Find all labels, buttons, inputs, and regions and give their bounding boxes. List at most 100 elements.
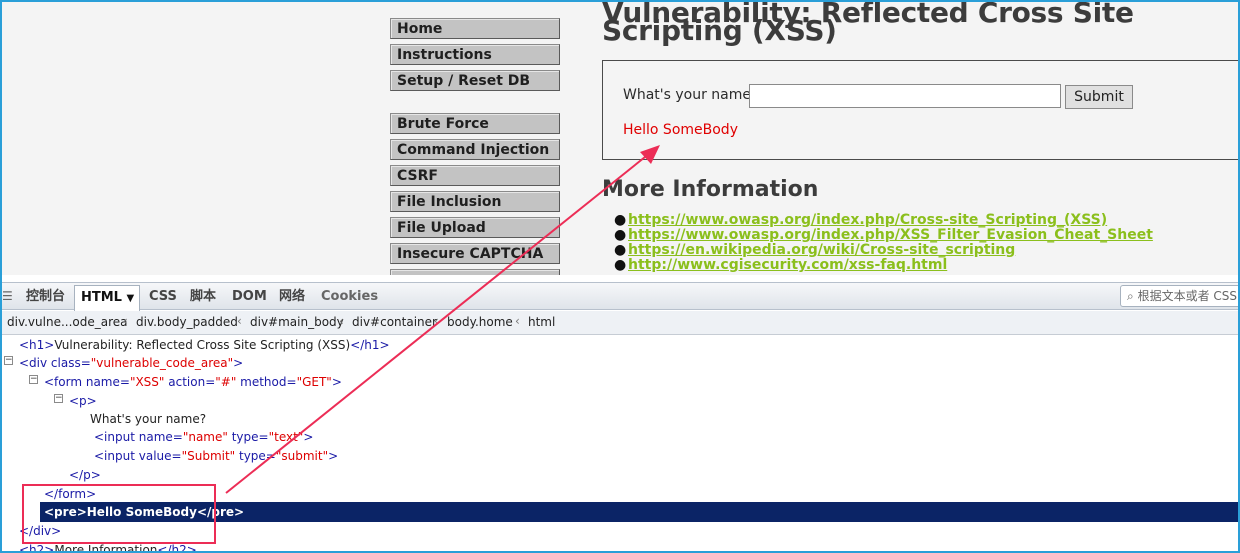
attr: method= — [236, 375, 297, 389]
list-item: ● https://www.owasp.org/index.php/Cross-s… — [614, 212, 1153, 228]
reference-links: ● https://www.owasp.org/index.php/Cross-s… — [614, 212, 1153, 273]
tree-node-input-submit[interactable]: <input value="Submit" type="submit"> — [94, 447, 338, 465]
chevron-left-icon: ‹ — [434, 314, 439, 328]
menu-item-file-upload[interactable]: File Upload — [390, 217, 560, 238]
attr-value: "submit" — [275, 449, 329, 463]
breadcrumb-item[interactable]: html — [528, 315, 555, 329]
breadcrumb-item[interactable]: div.body_padded — [136, 315, 238, 329]
tag: <form name= — [44, 375, 130, 389]
tree-node-form[interactable]: <form name="XSS" action="#" method="GET"… — [44, 373, 342, 391]
link-owasp-filter-evasion[interactable]: https://www.owasp.org/index.php/XSS_Filt… — [628, 227, 1153, 243]
attr-value: "#" — [215, 375, 237, 389]
attr-value: "GET" — [296, 375, 332, 389]
tab-network[interactable]: 网络 — [279, 283, 305, 311]
breadcrumb-item[interactable]: div#main_body — [250, 315, 344, 329]
breadcrumb: div.vulne...ode_area ‹ div.body_padded ‹… — [2, 311, 1238, 335]
list-item: ● http://www.cgisecurity.com/xss-faq.html — [614, 257, 1153, 273]
tag: <div class= — [19, 356, 91, 370]
vulnerable-code-area: What's your name? Submit Hello SomeBody — [602, 60, 1238, 160]
list-item: ● https://www.owasp.org/index.php/XSS_Fil… — [614, 227, 1153, 243]
menu-item-home[interactable]: Home — [390, 18, 560, 39]
menu-item-csrf[interactable]: CSRF — [390, 165, 560, 186]
attr-value: "name" — [182, 430, 228, 444]
attr-value: "XSS" — [129, 375, 165, 389]
link-wikipedia-xss[interactable]: https://en.wikipedia.org/wiki/Cross-site… — [628, 242, 1015, 258]
tree-node-h1[interactable]: <h1>Vulnerability: Reflected Cross Site … — [19, 336, 390, 354]
tag: <p> — [69, 394, 97, 408]
chevron-left-icon: ‹ — [123, 314, 128, 328]
menu-item-setup-reset-db[interactable]: Setup / Reset DB — [390, 70, 560, 91]
attr-value: "text" — [268, 430, 304, 444]
menu-item-command-injection[interactable]: Command Injection — [390, 139, 560, 160]
submit-button[interactable]: Submit — [1065, 85, 1133, 109]
attr-value: "Submit" — [181, 449, 236, 463]
tree-node-div[interactable]: <div class="vulnerable_code_area"> — [19, 354, 243, 372]
attr: type= — [235, 449, 276, 463]
name-input[interactable] — [749, 84, 1061, 108]
tree-node-pre-selected[interactable]: <pre>Hello SomeBody</pre> — [40, 502, 1238, 522]
tag: <h1> — [19, 338, 55, 352]
tab-console[interactable]: 控制台 — [26, 283, 65, 311]
tag: <input value= — [94, 449, 182, 463]
sidebar-menu: Home Instructions Setup / Reset DB Brute… — [374, 2, 574, 275]
menu-icon[interactable]: ☰ — [2, 289, 13, 303]
chevron-left-icon: ‹ — [515, 314, 520, 328]
chevron-left-icon: ‹ — [339, 314, 344, 328]
devtools-search-input[interactable]: ⌕ 根据文本或者 CSS — [1120, 285, 1238, 307]
page-title: Vulnerability: Reflected Cross Site Scri… — [602, 2, 1134, 47]
node-text: Vulnerability: Reflected Cross Site Scri… — [54, 338, 351, 352]
attr: action= — [164, 375, 216, 389]
tag: </h1> — [350, 338, 390, 352]
more-information-heading: More Information — [602, 177, 819, 202]
tag: </h2> — [157, 543, 197, 553]
menu-item-instructions[interactable]: Instructions — [390, 44, 560, 65]
tree-node-text[interactable]: What's your name? — [90, 410, 206, 428]
link-cgisecurity-faq[interactable]: http://www.cgisecurity.com/xss-faq.html — [628, 257, 947, 273]
menu-item-insecure-captcha[interactable]: Insecure CAPTCHA — [390, 243, 560, 264]
menu-item-partial[interactable] — [390, 269, 560, 275]
tag: <input name= — [94, 430, 183, 444]
tag: > — [331, 375, 342, 389]
menu-item-file-inclusion[interactable]: File Inclusion — [390, 191, 560, 212]
tab-cookies[interactable]: Cookies — [321, 283, 378, 311]
chevron-left-icon: ‹ — [237, 314, 242, 328]
chevron-down-icon[interactable]: ▼ — [127, 293, 135, 304]
tag: > — [328, 449, 339, 463]
menu-item-brute-force[interactable]: Brute Force — [390, 113, 560, 134]
tab-css[interactable]: CSS — [149, 283, 177, 311]
tag: > — [303, 430, 314, 444]
devtools-toolbar: ☰ 控制台 HTML ▼ CSS 脚本 DOM 网络 Cookies ⌕ 根据文… — [2, 282, 1238, 311]
breadcrumb-item[interactable]: div#container — [352, 315, 437, 329]
bullet-icon: ● — [614, 227, 627, 243]
collapse-toggle-icon[interactable]: − — [54, 394, 63, 403]
list-item: ● https://en.wikipedia.org/wiki/Cross-sit… — [614, 242, 1153, 258]
breadcrumb-item[interactable]: body.home — [447, 315, 513, 329]
tab-html-label: HTML — [81, 290, 122, 305]
collapse-toggle-icon[interactable]: − — [4, 356, 13, 365]
bullet-icon: ● — [614, 242, 627, 258]
tab-dom[interactable]: DOM — [232, 283, 267, 311]
reflected-output: Hello SomeBody — [623, 122, 738, 138]
screenshot-frame: Home Instructions Setup / Reset DB Brute… — [0, 0, 1240, 553]
main-content: Vulnerability: Reflected Cross Site Scri… — [602, 2, 1238, 275]
breadcrumb-item[interactable]: div.vulne...ode_area — [7, 315, 128, 329]
dvwa-page: Home Instructions Setup / Reset DB Brute… — [2, 2, 1238, 275]
annotation-highlight-box — [22, 484, 216, 544]
attr-value: "vulnerable_code_area" — [90, 356, 234, 370]
name-label: What's your name? — [623, 87, 759, 103]
tree-node-input-text[interactable]: <input name="name" type="text"> — [94, 428, 313, 446]
attr: type= — [227, 430, 269, 444]
node-text: More Information — [54, 543, 158, 553]
link-owasp-xss[interactable]: https://www.owasp.org/index.php/Cross-si… — [628, 212, 1107, 228]
tab-script[interactable]: 脚本 — [190, 283, 216, 311]
tab-html[interactable]: HTML ▼ — [74, 285, 140, 311]
tag: > — [233, 356, 244, 370]
page-left-gutter — [2, 2, 374, 275]
tag: <h2> — [19, 543, 55, 553]
search-placeholder: 根据文本或者 CSS — [1137, 289, 1237, 303]
search-icon: ⌕ — [1127, 289, 1134, 303]
bullet-icon: ● — [614, 212, 627, 228]
collapse-toggle-icon[interactable]: − — [29, 375, 38, 384]
tree-node-p-close[interactable]: </p> — [69, 466, 101, 484]
tree-node-p[interactable]: <p> — [69, 392, 97, 410]
